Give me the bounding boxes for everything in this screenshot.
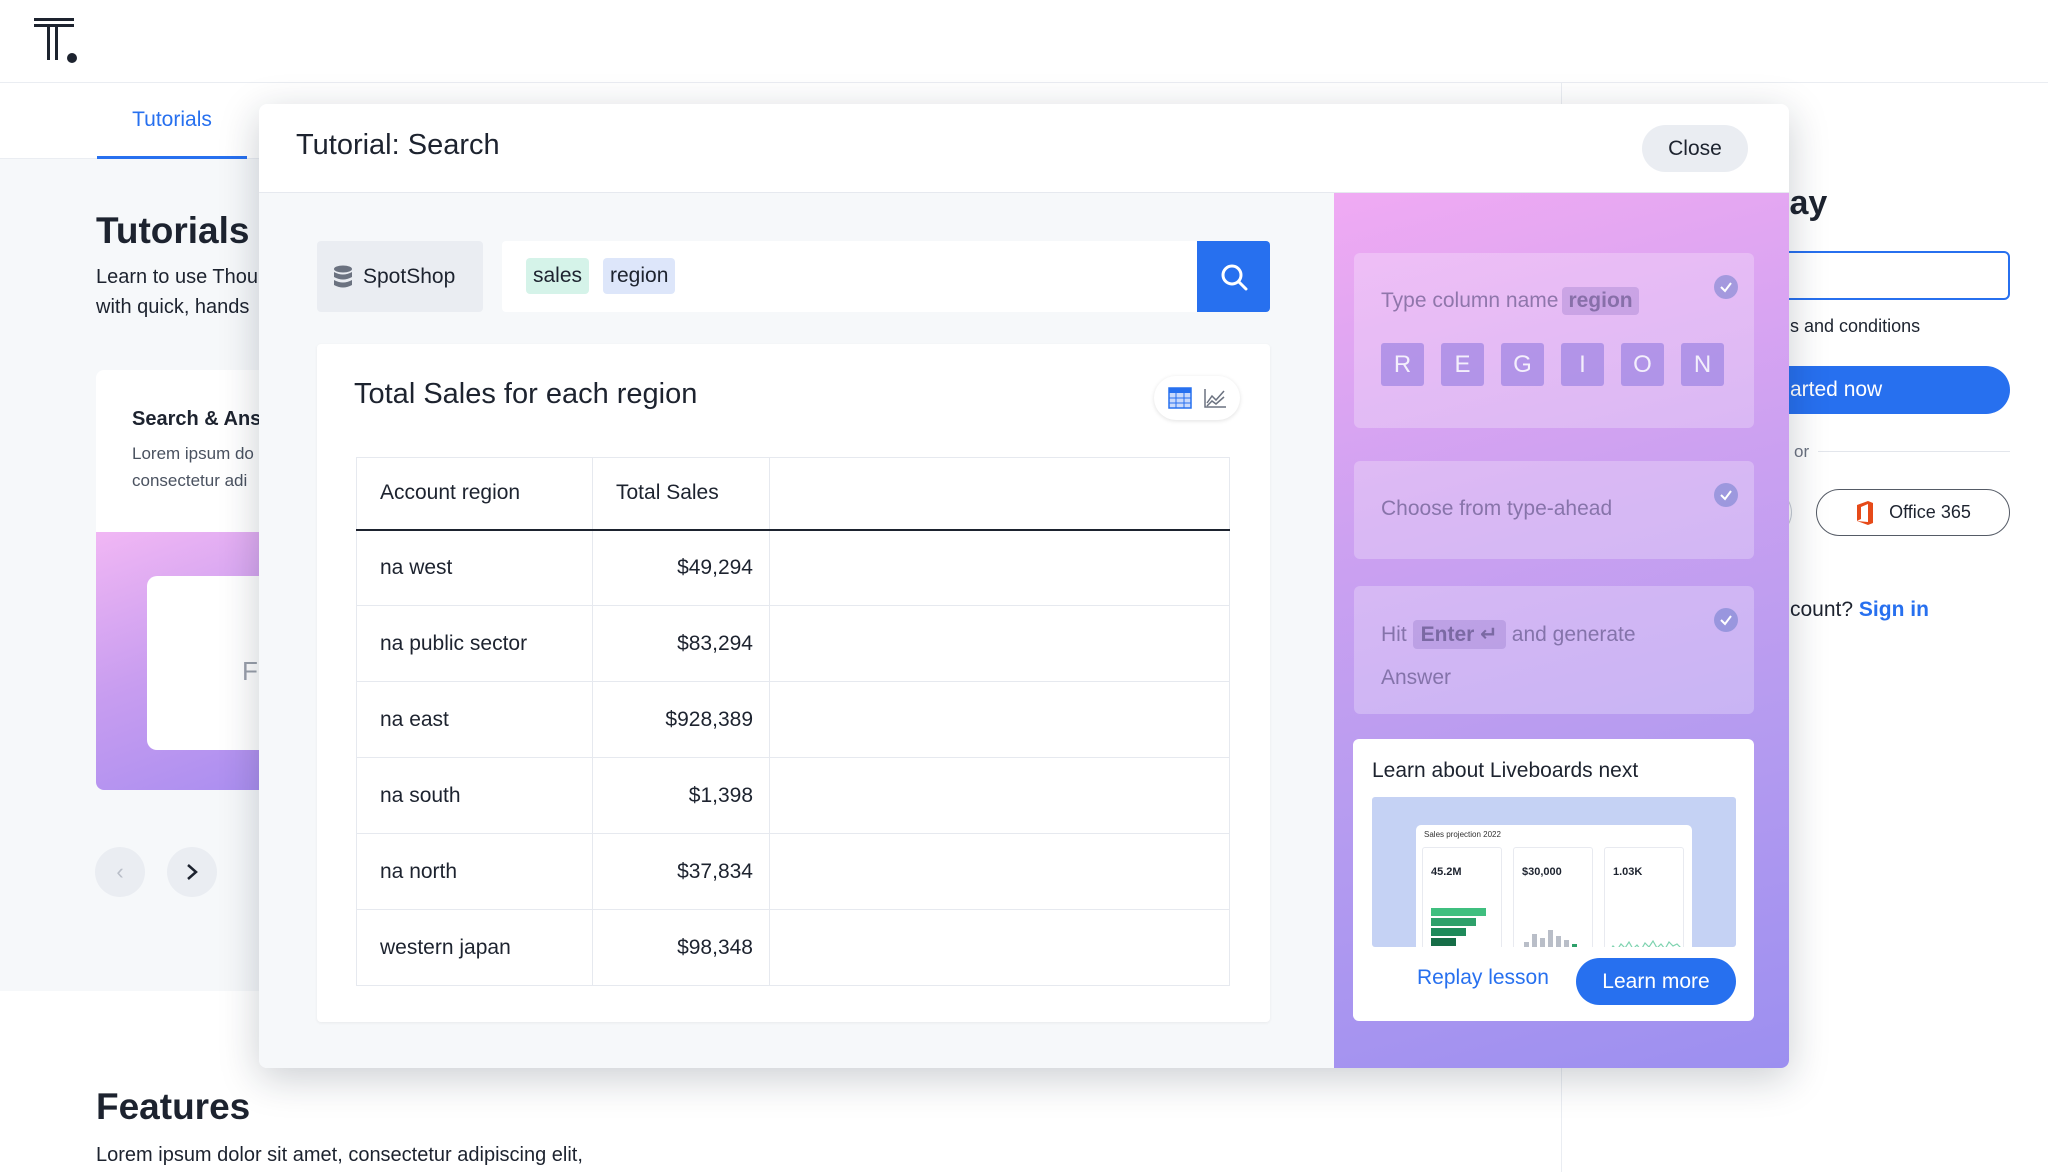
- thoughtspot-logo-icon[interactable]: [34, 18, 80, 64]
- office-365-icon: [1857, 500, 1874, 525]
- step-1-pill: region: [1562, 287, 1639, 315]
- cell-region: na north: [356, 833, 593, 910]
- get-started-button[interactable]: arted now: [1760, 366, 2010, 414]
- table-row[interactable]: western japan $98,348: [356, 909, 1230, 986]
- table-header-row: Account region Total Sales: [356, 457, 1230, 531]
- signup-email-input[interactable]: [1760, 251, 2010, 300]
- replay-lesson-button[interactable]: Replay lesson: [1417, 966, 1549, 990]
- cell-region: na east: [356, 681, 593, 758]
- search-icon: [1221, 264, 1247, 290]
- preview-kpi: 45.2M: [1422, 847, 1502, 947]
- table-row[interactable]: na east $928,389: [356, 681, 1230, 758]
- column-header-sales[interactable]: Total Sales: [592, 457, 770, 531]
- step-hit-enter: Hit Enter ↵ and generate Answer: [1354, 586, 1754, 714]
- view-toggle: [1154, 376, 1240, 420]
- cell-sales: $83,294: [592, 605, 770, 682]
- signin-link[interactable]: Sign in: [1859, 598, 1929, 621]
- step-3-text-line2: Answer: [1381, 666, 1452, 689]
- answer-table: Account region Total Sales na west $49,2…: [356, 457, 1230, 986]
- cell-sales: $98,348: [592, 909, 770, 986]
- table-view-button[interactable]: [1164, 382, 1196, 414]
- cell-empty: [769, 833, 1230, 910]
- step-1-text: Type column name region: [1381, 287, 1639, 315]
- search-button[interactable]: [1197, 241, 1270, 312]
- search-token-sales[interactable]: sales: [526, 258, 590, 294]
- letter-keys: R E G I O N: [1381, 343, 1724, 386]
- line-chart-icon: [1203, 389, 1226, 408]
- letter-key: R: [1381, 343, 1424, 386]
- table-row[interactable]: na north $37,834: [356, 833, 1230, 910]
- letter-key: O: [1621, 343, 1664, 386]
- answer-title: Total Sales for each region: [354, 378, 698, 410]
- cell-region: na south: [356, 757, 593, 834]
- features-description: Lorem ipsum dolor sit amet, consectetur …: [96, 1144, 583, 1166]
- table-icon: [1167, 387, 1192, 409]
- search-demo-area: SpotShop sales region Total Sales for ea…: [259, 193, 1334, 1068]
- preview-kpi: $30,000: [1513, 847, 1593, 947]
- tutorial-card-title: Search & Ans: [132, 408, 262, 430]
- cell-empty: [769, 909, 1230, 986]
- cell-empty: [769, 681, 1230, 758]
- signin-text: count? Sign in: [1790, 598, 1929, 621]
- cell-empty: [769, 605, 1230, 682]
- modal-header: Tutorial: Search Close: [259, 104, 1789, 193]
- top-bar: [0, 0, 2048, 83]
- step-type-ahead: Choose from type-ahead: [1354, 461, 1754, 559]
- table-row[interactable]: na west $49,294: [356, 529, 1230, 606]
- next-lesson-title: Learn about Liveboards next: [1372, 759, 1639, 782]
- carousel-prev-button[interactable]: ‹: [95, 847, 145, 897]
- cell-sales: $1,398: [592, 757, 770, 834]
- answer-card: Total Sales for each region Account regi…: [317, 344, 1270, 1022]
- terms-text: s and conditions: [1790, 316, 1921, 336]
- cell-sales: $37,834: [592, 833, 770, 910]
- chevron-right-icon: [187, 864, 198, 880]
- tutorial-steps-panel: Type column name region R E G I O N Choos…: [1334, 193, 1789, 1068]
- search-bar[interactable]: sales region: [502, 241, 1270, 312]
- check-icon: [1714, 275, 1738, 299]
- table-row[interactable]: na south $1,398: [356, 757, 1230, 834]
- database-icon: [334, 265, 352, 287]
- check-icon: [1714, 483, 1738, 507]
- cell-empty: [769, 757, 1230, 834]
- letter-key: I: [1561, 343, 1604, 386]
- chart-view-button[interactable]: [1199, 382, 1231, 414]
- check-icon: [1714, 608, 1738, 632]
- preview-dashboard: Sales projection 2022 45.2M $30,000 1.03…: [1416, 825, 1692, 947]
- or-divider: [1818, 451, 2010, 452]
- cell-region: western japan: [356, 909, 593, 986]
- close-button[interactable]: Close: [1642, 125, 1748, 172]
- liveboard-preview-image: Sales projection 2022 45.2M $30,000 1.03…: [1372, 797, 1736, 947]
- column-header-empty: [769, 457, 1230, 531]
- tutorial-modal: Tutorial: Search Close SpotShop sales re…: [259, 104, 1789, 1068]
- cell-sales: $49,294: [592, 529, 770, 606]
- preview-kpi: 1.03K: [1604, 847, 1684, 947]
- search-token-region[interactable]: region: [603, 258, 676, 294]
- letter-key: E: [1441, 343, 1484, 386]
- column-header-region[interactable]: Account region: [356, 457, 593, 531]
- cell-empty: [769, 529, 1230, 606]
- modal-title: Tutorial: Search: [296, 129, 500, 161]
- section-title: Tutorials: [96, 210, 250, 251]
- letter-key: G: [1501, 343, 1544, 386]
- data-source-name: SpotShop: [363, 264, 456, 288]
- section-description: Learn to use Thou with quick, hands: [96, 266, 258, 318]
- cell-region: na west: [356, 529, 593, 606]
- cell-region: na public sector: [356, 605, 593, 682]
- next-lesson-card: Learn about Liveboards next Sales projec…: [1353, 739, 1754, 1021]
- chevron-left-icon: ‹: [116, 859, 124, 884]
- features-title: Features: [96, 1086, 251, 1127]
- carousel-next-button[interactable]: [167, 847, 217, 897]
- cell-sales: $928,389: [592, 681, 770, 758]
- learn-more-button[interactable]: Learn more: [1576, 958, 1736, 1005]
- tab-tutorials[interactable]: Tutorials: [97, 83, 247, 159]
- enter-key: Enter ↵: [1412, 620, 1506, 649]
- table-row[interactable]: na public sector $83,294: [356, 605, 1230, 682]
- letter-key: N: [1681, 343, 1724, 386]
- office-365-button[interactable]: Office 365: [1816, 489, 2010, 536]
- step-3-text: Hit Enter ↵ and generate: [1381, 620, 1636, 649]
- or-label: or: [1794, 442, 1810, 461]
- data-source-selector[interactable]: SpotShop: [317, 241, 483, 312]
- step-2-text: Choose from type-ahead: [1381, 497, 1613, 520]
- step-type-column: Type column name region R E G I O N: [1354, 253, 1754, 428]
